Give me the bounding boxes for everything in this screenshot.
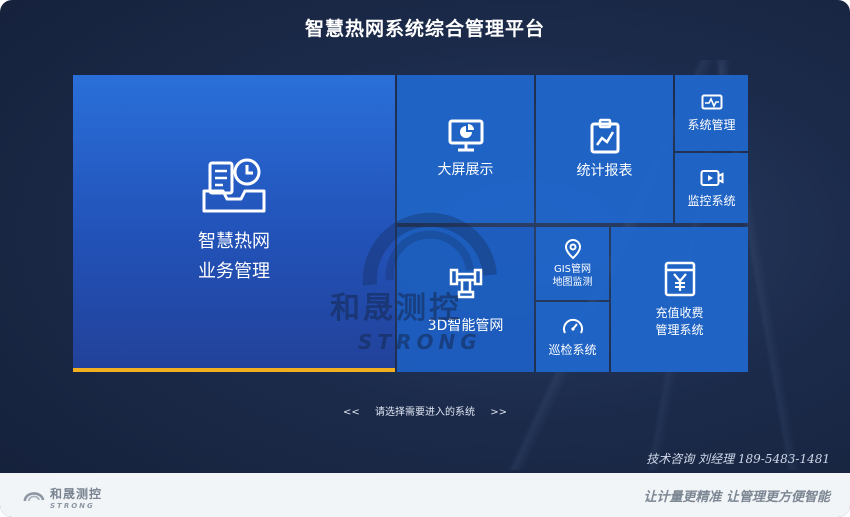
tile-system-management[interactable]: 系统管理 — [675, 75, 748, 151]
location-pin-icon — [564, 238, 581, 260]
pipe-valve-icon — [449, 268, 482, 298]
clipboard-chart-icon — [590, 118, 619, 154]
tile-monitoring-system[interactable]: 监控系统 — [675, 153, 748, 223]
technical-consult: 技术咨询 刘经理 189-5483-1481 — [646, 452, 830, 466]
tile-business-management[interactable]: 智慧热网 业务管理 — [73, 75, 395, 372]
logo-text-en: STRONG — [50, 502, 95, 510]
selection-hint: << 请选择需要进入的系统 >> — [0, 403, 850, 418]
footer-slogan: 让计量更精准 让管理更方便智能 — [643, 490, 830, 505]
billing-label-line1: 充值收费 — [655, 305, 704, 320]
video-camera-icon — [700, 169, 723, 186]
statistics-report-label: 统计报表 — [576, 163, 633, 179]
speedometer-icon — [562, 318, 583, 333]
business-title-line2: 业务管理 — [198, 260, 270, 282]
system-management-label: 系统管理 — [687, 117, 736, 132]
gis-label-line1: GIS管网 — [553, 264, 592, 275]
tile-gis-map[interactable]: GIS管网 地图监测 — [536, 227, 609, 300]
tile-patrol-system[interactable]: 巡检系统 — [536, 302, 609, 372]
business-inbox-clock-icon — [202, 158, 266, 212]
big-screen-label: 大屏展示 — [437, 162, 494, 178]
tile-billing-system[interactable]: 充值收费 管理系统 — [611, 227, 748, 372]
billing-label-line2: 管理系统 — [655, 322, 704, 337]
patrol-system-label: 巡检系统 — [548, 342, 597, 357]
business-title-line1: 智慧热网 — [198, 230, 270, 252]
monitor-chart-icon — [448, 119, 483, 152]
footer-logo: 和晟测控 STRONG — [22, 485, 102, 510]
tile-statistics-report[interactable]: 统计报表 — [536, 75, 673, 223]
gis-label-line2: 地图监测 — [552, 277, 593, 288]
logo-text-cn: 和晟测控 — [50, 487, 103, 501]
pipe-network-label: 3D智能管网 — [427, 317, 504, 334]
next-arrow[interactable]: >> — [490, 407, 507, 418]
yuan-bill-icon — [664, 261, 695, 296]
pulse-monitor-icon — [701, 94, 722, 109]
page-title: 智慧热网系统综合管理平台 — [304, 18, 545, 40]
tile-big-screen[interactable]: 大屏展示 — [397, 75, 534, 223]
tile-3d-pipe-network[interactable]: 3D智能管网 — [397, 227, 534, 372]
monitoring-system-label: 监控系统 — [687, 193, 736, 208]
company-logo-icon — [23, 491, 45, 501]
platform-screen: 智慧热网系统综合管理平台 智慧热网 业务管理 大屏展示 统计报表 系统管理 监控… — [0, 0, 850, 517]
hint-text: 请选择需要进入的系统 — [375, 407, 475, 418]
prev-arrow[interactable]: << — [343, 407, 360, 418]
